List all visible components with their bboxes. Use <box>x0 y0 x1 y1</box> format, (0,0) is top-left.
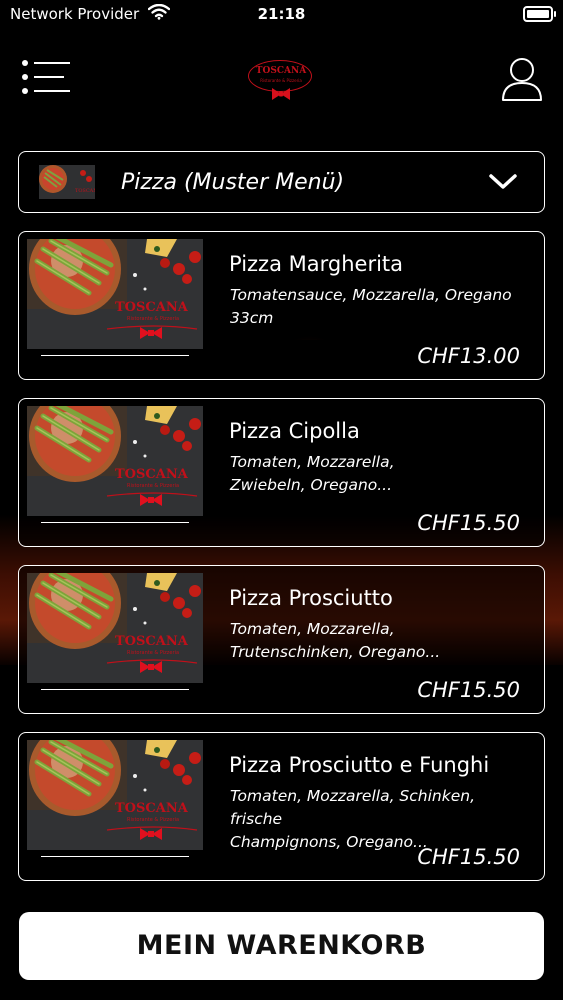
item-price: CHF15.50 <box>417 678 520 702</box>
svg-text:TOSCANA: TOSCANA <box>115 634 189 649</box>
logo-subtitle: Ristorante & Pizzeria <box>260 78 302 83</box>
menu-list-icon[interactable] <box>22 60 70 96</box>
menu-item-card[interactable]: TOSCANA Ristorante & Pizzeria Pizza Cipo… <box>18 398 545 547</box>
menu-item-card[interactable]: TOSCANA Ristorante & Pizzeria Pizza Pros… <box>18 732 545 881</box>
pizza-image: TOSCANA Ristorante & Pizzeria <box>27 573 203 683</box>
category-select[interactable]: TOSCANA Pizza (Muster Menü) <box>18 151 545 213</box>
logo-name: TOSCANA <box>255 66 307 76</box>
category-label: Pizza (Muster Menü) <box>121 170 345 195</box>
item-description-line-2: 33cm <box>230 309 274 327</box>
clock: 21:18 <box>257 5 306 23</box>
chevron-down-icon[interactable] <box>488 172 518 192</box>
svg-text:TOSCANA: TOSCANA <box>75 188 95 194</box>
user-icon[interactable] <box>500 56 544 102</box>
item-description-line-1: Tomaten, Mozzarella, Schinken, frische <box>230 787 476 828</box>
item-price: CHF15.50 <box>417 511 520 535</box>
pizza-image: TOSCANA Ristorante & Pizzeria <box>27 239 203 349</box>
item-description-line-1: Tomaten, Mozzarella, <box>230 453 395 471</box>
svg-text:TOSCANA: TOSCANA <box>115 801 189 816</box>
svg-text:Ristorante & Pizzeria: Ristorante & Pizzeria <box>127 483 179 489</box>
item-title: Pizza Prosciutto e Funghi <box>229 753 490 777</box>
pizza-image: TOSCANA Ristorante & Pizzeria <box>27 740 203 850</box>
item-price: CHF13.00 <box>417 344 520 368</box>
item-description-line-1: Tomaten, Mozzarella, <box>230 620 395 638</box>
image-underline <box>41 856 189 857</box>
item-description: Tomatensauce, Mozzarella, Oregano 33cm <box>230 284 530 330</box>
svg-text:Ristorante & Pizzeria: Ristorante & Pizzeria <box>127 650 179 656</box>
svg-text:TOSCANA: TOSCANA <box>115 300 189 315</box>
menu-item-card[interactable]: TOSCANA Ristorante & Pizzeria Pizza Pros… <box>18 565 545 714</box>
item-description-line-1: Tomatensauce, Mozzarella, Oregano <box>230 286 512 304</box>
svg-text:TOSCANA: TOSCANA <box>115 467 189 482</box>
cart-button[interactable]: MEIN WARENKORB <box>19 912 544 980</box>
image-underline <box>41 522 189 523</box>
item-description: Tomaten, Mozzarella, Schinken, frische C… <box>230 785 530 854</box>
item-description-line-2: Zwiebeln, Oregano... <box>230 476 393 494</box>
bow-tie-icon <box>272 88 290 100</box>
item-title: Pizza Prosciutto <box>229 586 393 610</box>
image-underline <box>41 355 189 356</box>
category-thumbnail: TOSCANA <box>39 165 95 199</box>
item-description: Tomaten, Mozzarella, Trutenschinken, Ore… <box>230 618 530 664</box>
item-description: Tomaten, Mozzarella, Zwiebeln, Oregano..… <box>230 451 530 497</box>
battery-icon <box>523 6 556 22</box>
status-bar: Network Provider 21:18 <box>0 0 563 30</box>
item-description-line-2: Trutenschinken, Oregano... <box>230 643 441 661</box>
item-price: CHF15.50 <box>417 845 520 869</box>
item-title: Pizza Margherita <box>229 252 404 276</box>
item-title: Pizza Cipolla <box>229 419 360 443</box>
toscana-logo[interactable]: TOSCANA Ristorante & Pizzeria <box>248 60 314 100</box>
image-underline <box>41 689 189 690</box>
pizza-image: TOSCANA Ristorante & Pizzeria <box>27 406 203 516</box>
svg-text:Ristorante & Pizzeria: Ristorante & Pizzeria <box>127 817 179 823</box>
svg-text:Ristorante & Pizzeria: Ristorante & Pizzeria <box>127 316 179 322</box>
menu-item-card[interactable]: TOSCANA Ristorante & Pizzeria Pizza Marg… <box>18 231 545 380</box>
